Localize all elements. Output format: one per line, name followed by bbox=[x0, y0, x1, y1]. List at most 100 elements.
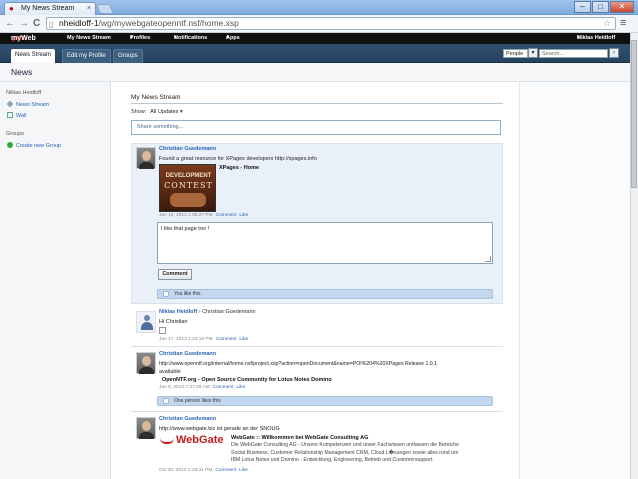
people-dropdown-icon[interactable]: ▾ bbox=[528, 48, 538, 58]
sidebar-item-news-stream[interactable]: News Stream bbox=[6, 100, 50, 108]
post-text[interactable]: http://www.webgate.biz ist gerade an der… bbox=[159, 426, 280, 432]
post-meta: Oct 30, 2012 1:18:31 PM Comment Like bbox=[159, 468, 248, 473]
link-thumbnail[interactable]: DEVELOPMENT CONTEST bbox=[159, 164, 216, 212]
comment-link[interactable]: Comment bbox=[216, 337, 237, 342]
show-label: Show: bbox=[131, 109, 147, 115]
browser-titlebar: ● My News Stream × – □ ✕ bbox=[0, 0, 638, 15]
sidebar-item-create-group[interactable]: Create new Group bbox=[7, 142, 61, 149]
topnav-my-news-stream[interactable]: My News Stream bbox=[67, 33, 111, 44]
post-meta: Jan 8, 2013 7:37:49 AM Comment Like bbox=[159, 385, 245, 390]
comment-link[interactable]: Comment bbox=[216, 213, 237, 218]
forward-icon[interactable]: → bbox=[19, 18, 29, 29]
avatar[interactable] bbox=[136, 417, 156, 439]
user-menu-label: Niklas Heidloff bbox=[577, 35, 616, 41]
app-topbar: myWeb gate My News Stream Profiles ▾ Noti… bbox=[0, 33, 630, 44]
tab-edit-profile[interactable]: Edit my Profile bbox=[62, 49, 111, 63]
topnav-notifications-label: Notifications bbox=[174, 35, 208, 41]
show-value: All Updates bbox=[150, 109, 179, 115]
attachment-placeholder-icon bbox=[159, 327, 166, 334]
back-icon[interactable]: ← bbox=[5, 18, 15, 29]
share-input[interactable]: Share something... bbox=[131, 120, 501, 135]
scrollbar-thumb[interactable] bbox=[631, 40, 637, 188]
logo-word-1: Web bbox=[176, 434, 200, 446]
webgate-logo: WebGate bbox=[160, 434, 230, 450]
like-link[interactable]: Like bbox=[239, 337, 248, 342]
sidebar-item-create-group-label: Create new Group bbox=[16, 143, 61, 149]
comment-button[interactable]: Comment bbox=[158, 269, 192, 280]
topnav-profiles[interactable]: Profiles ▾ bbox=[130, 33, 150, 44]
like-text: You like this bbox=[174, 291, 201, 297]
right-column bbox=[519, 82, 630, 479]
maximize-button[interactable]: □ bbox=[592, 1, 609, 13]
wall-icon bbox=[7, 112, 13, 118]
tab-close-icon[interactable]: × bbox=[87, 3, 91, 14]
favicon-icon: ● bbox=[9, 4, 14, 13]
address-bar[interactable]: ▯ nheidloff-1/wg/mywebgateopenntf.nsf/ho… bbox=[46, 17, 616, 30]
topnav-apps[interactable]: Apps ▾ bbox=[226, 33, 240, 44]
like-link[interactable]: Like bbox=[239, 213, 248, 218]
post-author[interactable]: Christian Guedemann bbox=[159, 146, 216, 152]
sidebar-item-news-stream-label: News Stream bbox=[16, 102, 50, 108]
post-target[interactable]: Christian Guedemann bbox=[202, 309, 256, 315]
url-host: nheidloff-1 bbox=[59, 18, 99, 28]
avatar[interactable] bbox=[136, 311, 156, 333]
post-author[interactable]: Christian Guedemann bbox=[159, 416, 216, 422]
comment-link[interactable]: Comment bbox=[215, 468, 236, 473]
link-title[interactable]: WebGate :: Willkommen bei WebGate Consul… bbox=[231, 435, 368, 441]
comment-textarea[interactable]: I like that page too ! bbox=[157, 222, 493, 264]
thumbnail-figure bbox=[170, 193, 206, 207]
post-timestamp: Jan 17, 2013 1:24:19 PM bbox=[159, 337, 213, 342]
like-bar: One person likes this bbox=[157, 396, 493, 406]
post-author-name[interactable]: Niklas Heidloff bbox=[159, 309, 197, 315]
show-filter[interactable]: Show: All Updates ▾ bbox=[131, 109, 183, 115]
post-timestamp: Jan 19, 2013 1:56:27 PM bbox=[159, 213, 213, 218]
thumbnail-line2: CONTEST bbox=[164, 181, 213, 190]
reload-icon[interactable]: C bbox=[33, 18, 40, 29]
new-tab-button[interactable] bbox=[96, 4, 114, 14]
post-author: Niklas Heidloff › Christian Guedemann bbox=[159, 309, 256, 315]
post-meta: Jan 17, 2013 1:24:19 PM Comment Like bbox=[159, 337, 248, 342]
link-title[interactable]: XPages - Home bbox=[219, 165, 259, 171]
browser-navbar: ← → C ▯ nheidloff-1/wg/mywebgateopenntf.… bbox=[0, 15, 638, 33]
webgate-swoosh-icon bbox=[160, 438, 174, 444]
user-menu[interactable]: Niklas Heidloff ▾ bbox=[577, 33, 615, 44]
sidebar-item-wall[interactable]: Wall bbox=[7, 112, 27, 119]
bookmark-star-icon[interactable]: ☆ bbox=[603, 18, 611, 29]
post-text: Hi Christian bbox=[159, 319, 188, 325]
wrench-menu-icon[interactable]: ≡ bbox=[620, 17, 626, 29]
like-link[interactable]: Like bbox=[239, 468, 248, 473]
like-bar: You like this bbox=[157, 289, 493, 299]
desc-line: Social Business, Customer Relationship M… bbox=[231, 449, 459, 456]
desc-line: IBM Lotus Notes und Domino - Entwicklung… bbox=[231, 457, 434, 463]
post-author[interactable]: Christian Guedemann bbox=[159, 351, 216, 357]
stream-title: My News Stream bbox=[131, 94, 181, 101]
post-divider bbox=[131, 346, 503, 347]
people-select[interactable]: People bbox=[503, 49, 528, 58]
browser-window: { "browser": { "tab_title": "My News Str… bbox=[0, 0, 638, 479]
left-sidebar: Niklas Heidloff News Stream Wall Groups … bbox=[0, 82, 111, 479]
topnav-profiles-label: Profiles bbox=[130, 35, 151, 41]
tab-news-stream[interactable]: News Stream bbox=[11, 49, 56, 63]
title-divider bbox=[131, 103, 503, 104]
browser-tab[interactable]: ● My News Stream × bbox=[4, 2, 96, 15]
post-text[interactable]: http://www.openntf.org/internal/home.nsf… bbox=[159, 361, 437, 367]
like-link[interactable]: Like bbox=[236, 385, 245, 390]
search-go-button[interactable]: › bbox=[609, 48, 619, 58]
post-text: Found a great resource for XPages develo… bbox=[159, 156, 317, 162]
avatar[interactable] bbox=[136, 352, 156, 374]
page-title: News bbox=[11, 67, 33, 77]
logo-word-2: Gate bbox=[199, 434, 224, 446]
arrow-icon: › bbox=[198, 309, 201, 315]
avatar[interactable] bbox=[136, 147, 156, 169]
search-input[interactable]: Search... bbox=[539, 49, 608, 58]
app-logo[interactable]: myWeb gate bbox=[11, 33, 36, 44]
like-text: One person likes this bbox=[174, 398, 221, 404]
link-title[interactable]: OpenNTF.org - Open Source Community for … bbox=[162, 377, 332, 383]
minimize-button[interactable]: – bbox=[574, 1, 591, 13]
window-close-button[interactable]: ✕ bbox=[610, 1, 634, 13]
comment-link[interactable]: Comment bbox=[213, 385, 234, 390]
sidebar-user-heading: Niklas Heidloff bbox=[6, 90, 42, 96]
topnav-notifications[interactable]: Notifications ▾ bbox=[174, 33, 207, 44]
tab-groups[interactable]: Groups bbox=[113, 49, 143, 63]
topnav-apps-label: Apps bbox=[226, 35, 240, 41]
